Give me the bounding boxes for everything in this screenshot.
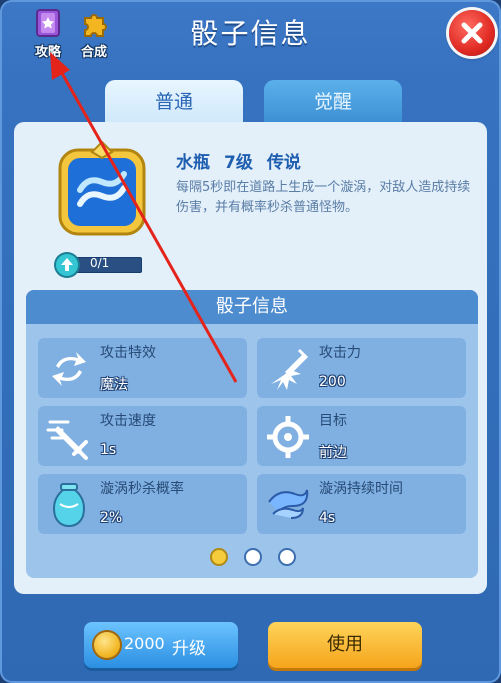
- crosshair-icon: [267, 416, 309, 458]
- dice-rarity: 传说: [266, 153, 301, 173]
- page-title: 骰子信息: [190, 17, 311, 50]
- attack-burst-icon: [271, 348, 309, 390]
- page-dot-3[interactable]: [278, 548, 296, 566]
- level-up-arrow-icon: [56, 254, 78, 276]
- upgrade-cost: 2000: [124, 634, 165, 653]
- stat-value: 1s: [100, 442, 117, 458]
- dice-name: 水瓶: [176, 153, 210, 173]
- tab-normal[interactable]: 普通: [105, 80, 243, 124]
- stat-vortex-kill-chance: 漩涡秒杀概率 2%: [38, 474, 247, 534]
- dice-info-dialog: 攻略 合成 骰子信息 普通 觉醒 0/1 水瓶 7级 传说 每隔5秒即在道路上生成一…: [0, 0, 501, 683]
- stat-value: 前边: [319, 445, 347, 461]
- progress-text: 0/1: [90, 256, 110, 270]
- stat-value: 2%: [100, 510, 123, 526]
- close-button[interactable]: [449, 10, 495, 56]
- stat-attack-speed: 攻击速度 1s: [38, 406, 247, 466]
- stat-value: 魔法: [100, 377, 128, 393]
- vase-icon: [53, 483, 85, 528]
- close-icon: [461, 22, 483, 44]
- stat-label: 漩涡秒杀概率: [100, 481, 184, 497]
- dice-progress: 0/1: [56, 254, 142, 276]
- sword-speed-icon: [46, 420, 88, 460]
- page-dot-1[interactable]: [210, 548, 228, 566]
- dice-title-line: 水瓶 7级 传说: [176, 148, 315, 173]
- upgrade-button[interactable]: 2000 升级: [84, 622, 238, 668]
- stat-value: 200: [319, 374, 346, 390]
- upgrade-label: 升级: [172, 639, 206, 659]
- dice-description: 每隔5秒即在道路上生成一个漩涡，对敌人造成持续伤害，并有概率秒杀普通怪物。: [176, 180, 471, 215]
- page-dot-2[interactable]: [244, 548, 262, 566]
- stat-label: 目标: [319, 413, 347, 429]
- stat-attack-effect: 攻击特效 魔法: [38, 338, 247, 398]
- arrows-cycle-icon: [52, 352, 86, 386]
- stat-label: 漩涡持续时间: [319, 481, 403, 497]
- stats-panel: 骰子信息 攻击特效 魔法 攻击力 200 攻击速度 1s 目标 前边 漩涡秒杀概…: [26, 290, 478, 578]
- aquarius-dice-icon: [58, 140, 146, 236]
- stat-target: 目标 前边: [257, 406, 466, 466]
- stat-label: 攻击力: [319, 345, 361, 361]
- stats-title: 骰子信息: [26, 290, 478, 324]
- tab-awaken[interactable]: 觉醒: [264, 80, 402, 124]
- dice-level: 7级: [224, 153, 253, 173]
- whirl-icon: [268, 489, 309, 519]
- use-button[interactable]: 使用: [268, 622, 422, 668]
- stat-label: 攻击速度: [100, 413, 156, 429]
- stat-label: 攻击特效: [100, 345, 156, 361]
- stat-attack-power: 攻击力 200: [257, 338, 466, 398]
- stat-vortex-duration: 漩涡持续时间 4s: [257, 474, 466, 534]
- coin-icon: [94, 632, 120, 658]
- stat-value: 4s: [319, 510, 336, 526]
